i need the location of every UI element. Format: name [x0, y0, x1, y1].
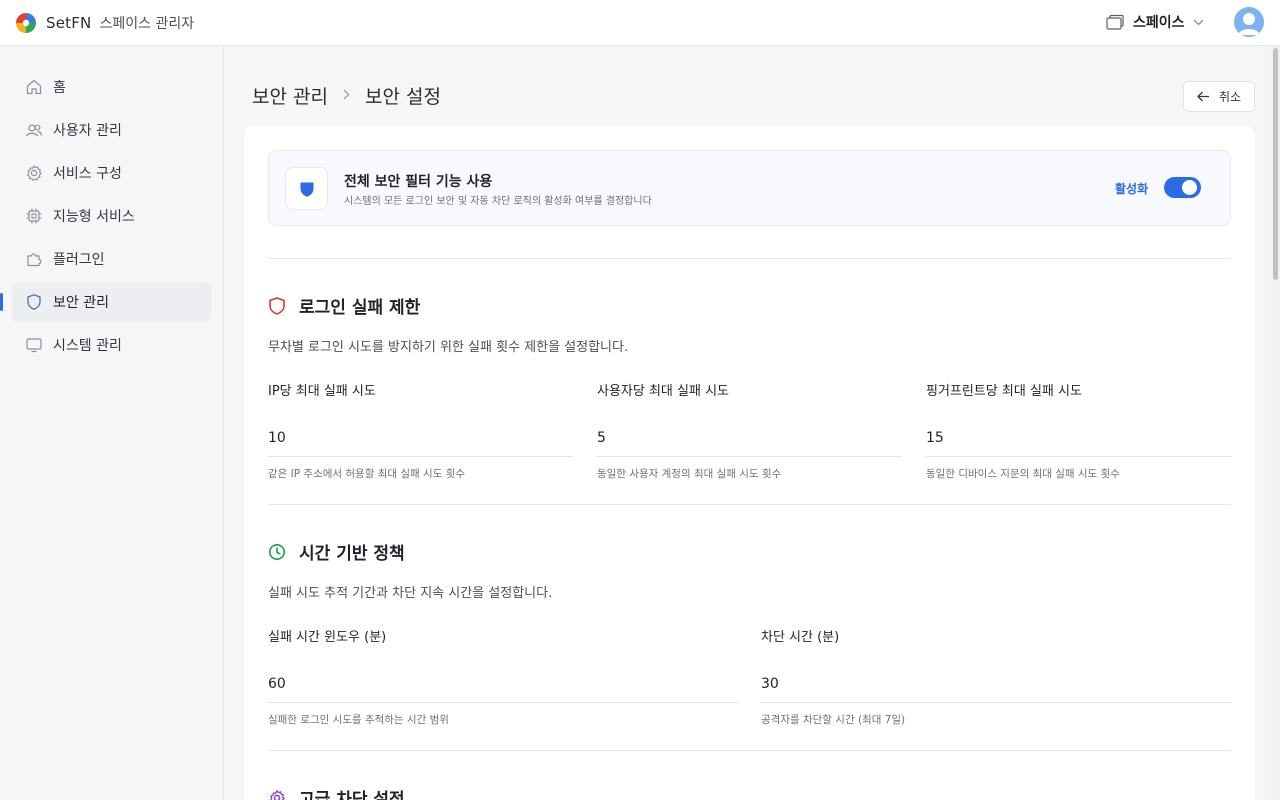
scrollbar-thumb[interactable] [1273, 48, 1278, 280]
master-filter-shield [285, 167, 328, 210]
ip-max-fail-input[interactable] [268, 419, 573, 457]
sidebar: 홈 사용자 관리 서비스 구성 지능형 서비스 플러그인 보안 관리 시스템 관… [0, 46, 224, 800]
field-label: 실패 시간 윈도우 (분) [268, 630, 387, 645]
sidebar-item-system[interactable]: 시스템 관리 [12, 325, 211, 365]
sidebar-item-label: 홈 [53, 80, 66, 96]
sidebar-nav: 홈 사용자 관리 서비스 구성 지능형 서비스 플러그인 보안 관리 시스템 관… [0, 46, 223, 365]
brand-subtitle: 스페이스 관리자 [99, 15, 195, 32]
user-max-fail-field: 사용자당 최대 실패 시도 동일한 사용자 계정의 최대 실패 시도 횟수 [597, 380, 902, 481]
puzzle-icon [25, 250, 43, 268]
arrow-left-icon [1197, 91, 1209, 102]
cancel-button[interactable]: 취소 [1183, 81, 1255, 112]
brand[interactable]: SetFN 스페이스 관리자 [15, 12, 194, 34]
master-filter-description: 시스템의 모든 로그인 보안 및 자동 차단 로직의 활성화 여부를 결정합니다 [344, 196, 652, 207]
advanced-title: 고급 차단 설정 [299, 790, 405, 800]
top-bar: SetFN 스페이스 관리자 스페이스 [0, 0, 1280, 46]
block-duration-input[interactable] [761, 665, 1231, 703]
master-filter-state-label: 활성화 [1115, 182, 1149, 196]
fail-window-field: 실패 시간 윈도우 (분) 실패한 로그인 시도를 추적하는 시간 범위 [268, 626, 738, 727]
field-help: 공격자를 차단할 시간 (최대 7일) [761, 714, 906, 726]
breadcrumb: 보안 관리 보안 설정 [252, 82, 441, 109]
section-divider [268, 504, 1231, 505]
sidebar-item-label: 사용자 관리 [53, 123, 122, 139]
chip-icon [25, 207, 43, 225]
field-help: 실패한 로그인 시도를 추적하는 시간 범위 [268, 714, 449, 726]
user-max-fail-input[interactable] [597, 419, 902, 457]
time-policy-description: 실패 시도 추적 기간과 차단 지속 시간을 설정합니다. [268, 586, 553, 601]
monitor-icon [25, 336, 43, 354]
login-limit-title: 로그인 실패 제한 [299, 298, 421, 318]
sidebar-item-label: 지능형 서비스 [53, 209, 135, 225]
page-scrollbar[interactable] [1271, 46, 1280, 800]
shield-filled-icon [300, 182, 313, 197]
advanced-section-header: 고급 차단 설정 [268, 785, 405, 800]
fingerprint-max-fail-input[interactable] [926, 419, 1231, 457]
login-limit-description: 무차별 로그인 시도를 방지하기 위한 실패 횟수 제한을 설정합니다. [268, 340, 629, 355]
field-label: 차단 시간 (분) [761, 630, 840, 645]
user-avatar-icon [1238, 13, 1260, 35]
gear-icon [269, 789, 285, 800]
users-icon [25, 121, 43, 139]
cancel-button-label: 취소 [1218, 90, 1242, 104]
sidebar-item-intelligent-service[interactable]: 지능형 서비스 [12, 196, 211, 236]
master-filter-panel: 전체 보안 필터 기능 사용 시스템의 모든 로그인 보안 및 자동 차단 로직… [268, 150, 1231, 226]
toggle-knob [1182, 180, 1197, 195]
time-policy-title: 시간 기반 정책 [299, 544, 405, 564]
setfn-logo-icon [16, 12, 36, 33]
sidebar-item-label: 보안 관리 [53, 295, 109, 311]
field-help: 같은 IP 주소에서 허용할 최대 실패 시도 횟수 [268, 468, 466, 480]
sidebar-item-label: 서비스 구성 [53, 166, 122, 182]
folder-stack-icon [1106, 14, 1124, 30]
field-help: 동일한 사용자 계정의 최대 실패 시도 횟수 [597, 468, 782, 480]
shield-outline-icon [269, 296, 285, 315]
sidebar-item-security[interactable]: 보안 관리 [0, 282, 211, 322]
sidebar-item-service-config[interactable]: 서비스 구성 [12, 153, 211, 193]
settings-card: 전체 보안 필터 기능 사용 시스템의 모든 로그인 보안 및 자동 차단 로직… [244, 126, 1255, 800]
section-divider [268, 750, 1231, 751]
section-divider [268, 258, 1231, 259]
sidebar-item-home[interactable]: 홈 [12, 67, 211, 107]
home-icon [25, 78, 43, 96]
space-switcher[interactable]: 스페이스 [1106, 12, 1204, 32]
gear-icon [25, 164, 43, 182]
sidebar-item-users[interactable]: 사용자 관리 [12, 110, 211, 150]
field-help: 동일한 디바이스 지문의 최대 실패 시도 횟수 [926, 468, 1120, 480]
master-filter-toggle[interactable] [1164, 177, 1201, 198]
chevron-down-icon [1193, 19, 1203, 25]
login-limit-section-header: 로그인 실패 제한 [268, 293, 420, 318]
time-policy-section-header: 시간 기반 정책 [268, 539, 405, 564]
fingerprint-max-fail-field: 핑거프린트당 최대 실패 시도 동일한 디바이스 지문의 최대 실패 시도 횟수 [926, 380, 1231, 481]
shield-icon [25, 293, 43, 311]
breadcrumb-parent[interactable]: 보안 관리 [252, 82, 328, 109]
sidebar-item-label: 플러그인 [53, 252, 105, 268]
clock-icon [269, 543, 285, 560]
brand-name: SetFN [46, 13, 92, 32]
master-filter-title: 전체 보안 필터 기능 사용 [344, 174, 493, 190]
ip-max-fail-field: IP당 최대 실패 시도 같은 IP 주소에서 허용할 최대 실패 시도 횟수 [268, 380, 573, 481]
user-avatar[interactable] [1234, 7, 1264, 37]
fail-window-input[interactable] [268, 665, 738, 703]
field-label: 핑거프린트당 최대 실패 시도 [926, 384, 1082, 399]
breadcrumb-current: 보안 설정 [364, 86, 441, 108]
sidebar-item-label: 시스템 관리 [53, 338, 122, 354]
sidebar-item-plugins[interactable]: 플러그인 [12, 239, 211, 279]
space-switcher-label: 스페이스 [1133, 15, 1185, 31]
block-duration-field: 차단 시간 (분) 공격자를 차단할 시간 (최대 7일) [761, 626, 1231, 727]
field-label: IP당 최대 실패 시도 [268, 384, 376, 399]
chevron-right-icon [343, 88, 350, 104]
field-label: 사용자당 최대 실패 시도 [597, 384, 729, 399]
